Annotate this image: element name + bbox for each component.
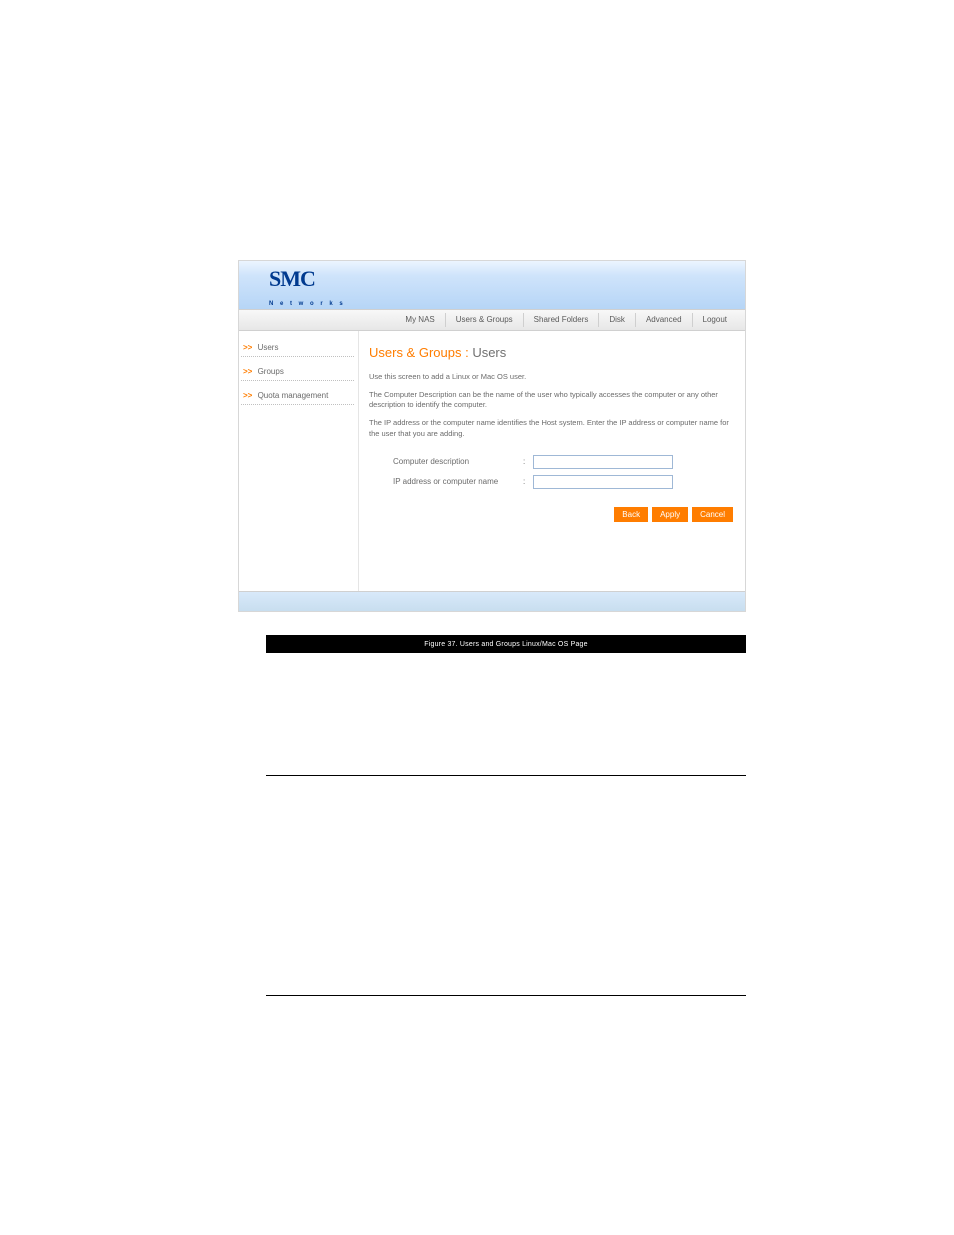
intro-para-2: The Computer Description can be the name… <box>369 390 735 410</box>
form-row-computer-description: Computer description : <box>393 455 735 469</box>
tab-advanced[interactable]: Advanced <box>636 313 693 327</box>
tab-disk[interactable]: Disk <box>599 313 636 327</box>
tab-bar: My NAS Users & Groups Shared Folders Dis… <box>239 309 745 331</box>
title-prefix: Users & Groups : <box>369 345 469 360</box>
colon: : <box>523 457 533 466</box>
intro-para-1: Use this screen to add a Linux or Mac OS… <box>369 372 735 382</box>
back-button[interactable]: Back <box>614 507 648 522</box>
tab-shared-folders[interactable]: Shared Folders <box>524 313 600 327</box>
title-section: Users <box>469 345 507 360</box>
figure-caption: Figure 37. Users and Groups Linux/Mac OS… <box>266 635 746 653</box>
form-area: Computer description : IP address or com… <box>393 455 735 489</box>
caption-text: Figure 37. Users and Groups Linux/Mac OS… <box>424 641 587 648</box>
chevron-right-icon: >> <box>243 367 252 376</box>
cancel-button[interactable]: Cancel <box>692 507 733 522</box>
header-band: SMC N e t w o r k s <box>239 261 745 309</box>
chevron-right-icon: >> <box>243 343 252 352</box>
sidebar-item-users[interactable]: >> Users <box>241 339 354 357</box>
intro-para-3: The IP address or the computer name iden… <box>369 418 735 438</box>
content-row: >> Users >> Groups >> Quota management U… <box>239 331 745 591</box>
sidebar-item-label: Groups <box>258 367 284 376</box>
ip-address-input[interactable] <box>533 475 673 489</box>
tab-my-nas[interactable]: My NAS <box>395 313 445 327</box>
logo: SMC N e t w o r k s <box>269 278 345 307</box>
sidebar-item-groups[interactable]: >> Groups <box>241 363 354 381</box>
colon: : <box>523 477 533 486</box>
computer-description-label: Computer description <box>393 457 523 466</box>
computer-description-input[interactable] <box>533 455 673 469</box>
sidebar-item-label: Users <box>258 343 279 352</box>
apply-button[interactable]: Apply <box>652 507 688 522</box>
sidebar-item-label: Quota management <box>258 391 329 400</box>
main-panel: Users & Groups : Users Use this screen t… <box>359 331 745 591</box>
tab-users-groups[interactable]: Users & Groups <box>446 313 524 327</box>
sidebar: >> Users >> Groups >> Quota management <box>239 331 359 591</box>
footer-band <box>239 591 745 611</box>
page-title: Users & Groups : Users <box>369 345 735 360</box>
logo-main: SMC <box>269 268 345 290</box>
horizontal-rule <box>266 775 746 776</box>
logo-sub: N e t w o r k s <box>269 301 345 307</box>
sidebar-item-quota[interactable]: >> Quota management <box>241 387 354 405</box>
ip-address-label: IP address or computer name <box>393 477 523 486</box>
app-window: SMC N e t w o r k s My NAS Users & Group… <box>238 260 746 612</box>
form-row-ip-address: IP address or computer name : <box>393 475 735 489</box>
horizontal-rule <box>266 995 746 996</box>
tab-logout[interactable]: Logout <box>693 313 737 327</box>
button-row: Back Apply Cancel <box>369 507 735 522</box>
chevron-right-icon: >> <box>243 391 252 400</box>
